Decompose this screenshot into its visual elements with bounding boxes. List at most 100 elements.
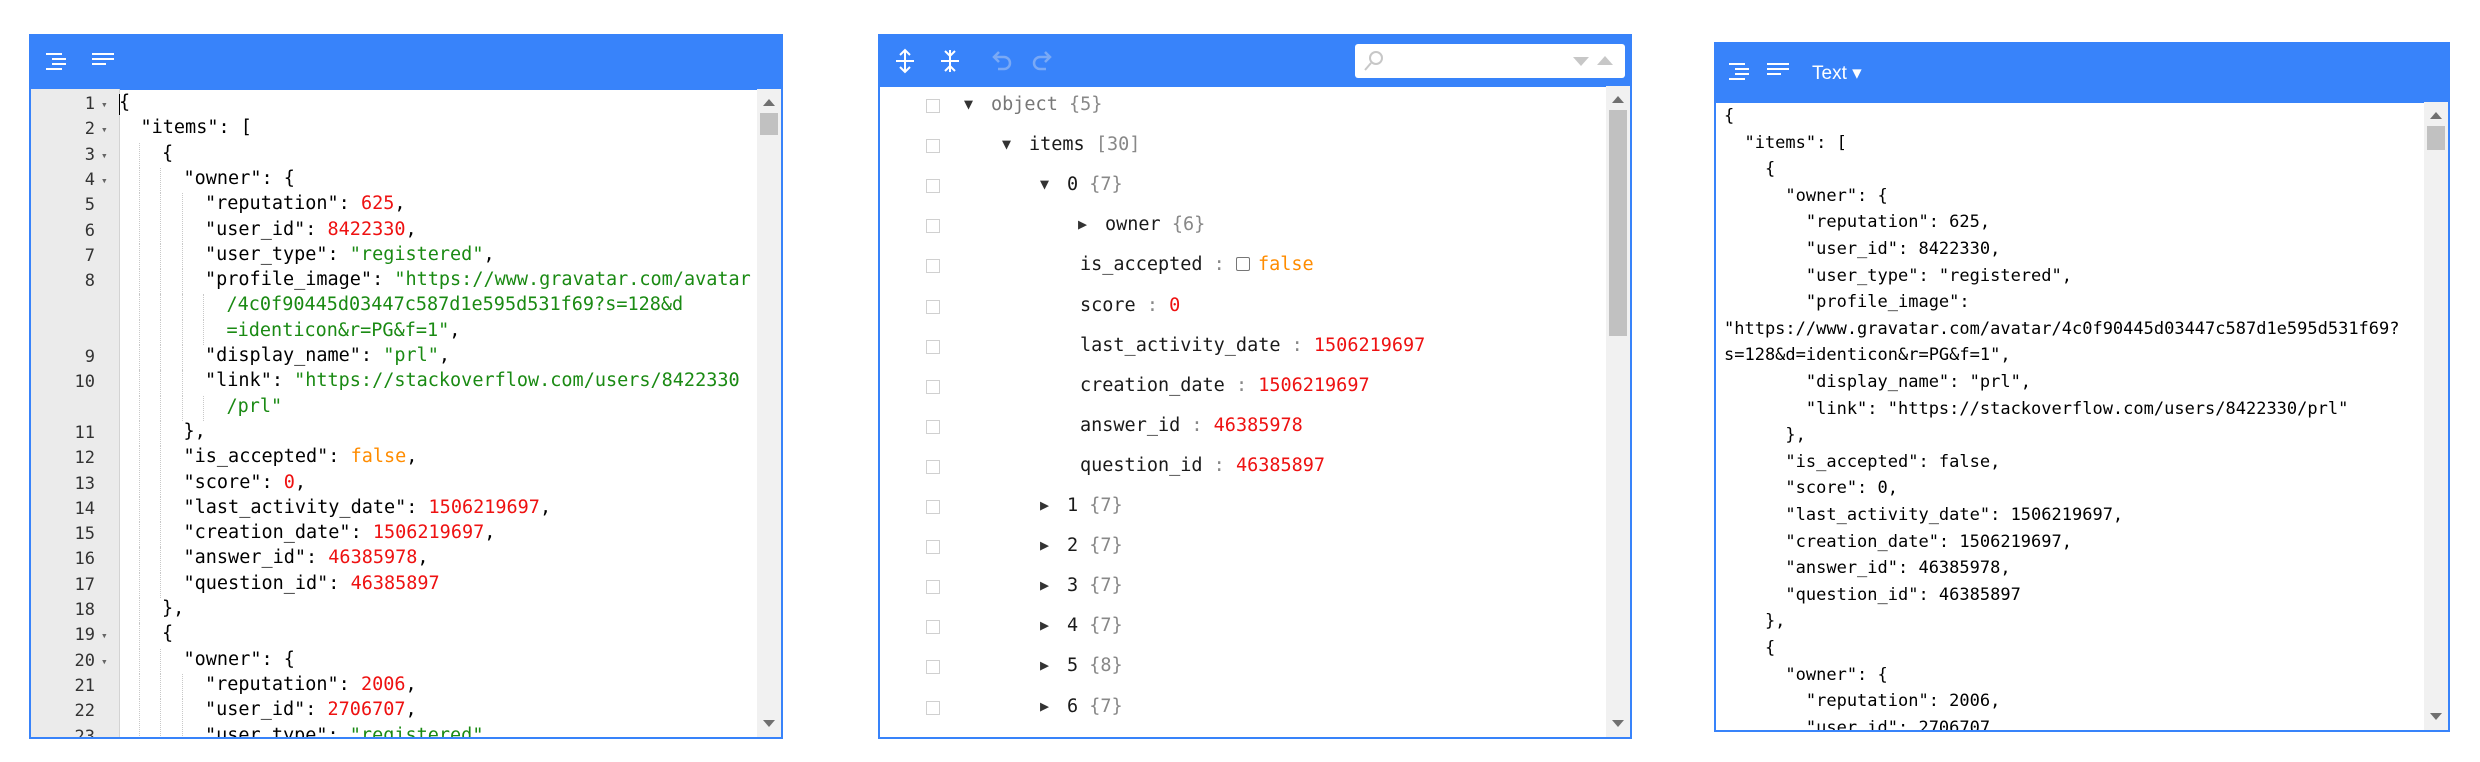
- scroll-down-icon[interactable]: [2430, 713, 2442, 720]
- text-line: "user_id": 2706707: [1724, 717, 1991, 730]
- fold-toggle-icon[interactable]: ▾: [101, 149, 108, 162]
- drag-handle-icon[interactable]: [926, 259, 940, 274]
- node-value[interactable]: false: [1258, 254, 1314, 275]
- node-value[interactable]: 46385897: [1236, 455, 1325, 476]
- search-previous-icon[interactable]: [1597, 56, 1613, 65]
- tree-node[interactable]: ▶ 6 {7}: [880, 688, 1606, 728]
- fold-toggle-icon[interactable]: ▾: [101, 629, 108, 642]
- collapse-arrow-icon[interactable]: ▼: [1040, 175, 1049, 193]
- node-value[interactable]: 1506219697: [1314, 335, 1425, 356]
- tree-node-key[interactable]: is_accepted : false: [1080, 254, 1314, 275]
- drag-handle-icon[interactable]: [926, 379, 940, 394]
- fold-toggle-icon[interactable]: ▾: [101, 174, 108, 187]
- tree-node[interactable]: ▶ owner {6}: [880, 206, 1606, 246]
- tree-node-key[interactable]: 1 {7}: [1067, 495, 1123, 516]
- tree-node[interactable]: answer_id : 46385978: [880, 407, 1606, 447]
- tree-node-key[interactable]: last_activity_date : 1506219697: [1080, 335, 1425, 356]
- scroll-thumb[interactable]: [1609, 110, 1627, 336]
- tree-node-key[interactable]: 2 {7}: [1067, 535, 1123, 556]
- drag-handle-icon[interactable]: [926, 500, 940, 514]
- tree-node-key[interactable]: score : 0: [1080, 295, 1180, 316]
- drag-handle-icon[interactable]: [926, 139, 940, 154]
- redo-icon[interactable]: [1030, 49, 1056, 73]
- expand-arrow-icon[interactable]: ▶: [1078, 215, 1087, 233]
- node-value[interactable]: 1506219697: [1258, 375, 1369, 396]
- drag-handle-icon[interactable]: [926, 219, 940, 234]
- scroll-down-icon[interactable]: [1612, 720, 1624, 727]
- code-area[interactable]: {"items": [{"owner": {"reputation": 625,…: [119, 89, 757, 737]
- expand-arrow-icon[interactable]: ▶: [1040, 656, 1049, 674]
- tree-node[interactable]: score : 0: [880, 287, 1606, 327]
- drag-handle-icon[interactable]: [926, 700, 940, 715]
- expand-arrow-icon[interactable]: ▶: [1040, 697, 1049, 715]
- tree-node[interactable]: ▶ 2 {7}: [880, 527, 1606, 567]
- expand-all-icon[interactable]: [892, 48, 918, 74]
- drag-handle-icon[interactable]: [926, 419, 940, 434]
- tree-node[interactable]: ▶ 5 {8}: [880, 647, 1606, 687]
- line-number: 18: [74, 600, 95, 620]
- tree-node-key[interactable]: question_id : 46385897: [1080, 455, 1325, 476]
- drag-handle-icon[interactable]: [926, 179, 940, 194]
- tree-node[interactable]: last_activity_date : 1506219697: [880, 327, 1606, 367]
- scroll-down-icon[interactable]: [763, 720, 775, 727]
- text-scrollbar[interactable]: [2424, 102, 2448, 730]
- node-value[interactable]: 46385978: [1214, 415, 1303, 436]
- fold-toggle-icon[interactable]: ▾: [101, 98, 108, 111]
- collapse-arrow-icon[interactable]: ▼: [964, 95, 973, 113]
- tree-node-key[interactable]: items [30]: [1029, 134, 1140, 155]
- drag-handle-icon[interactable]: [926, 580, 940, 595]
- tree-node-key[interactable]: creation_date : 1506219697: [1080, 375, 1370, 396]
- tree-node-key[interactable]: 5 {8}: [1067, 655, 1123, 676]
- compact-icon[interactable]: [1766, 60, 1792, 84]
- expand-arrow-icon[interactable]: ▶: [1040, 496, 1049, 514]
- tree-node[interactable]: question_id : 46385897: [880, 447, 1606, 487]
- tree-node-key[interactable]: owner {6}: [1105, 214, 1205, 235]
- tree-node-key[interactable]: object {5}: [991, 94, 1102, 115]
- tree-node-key[interactable]: 4 {7}: [1067, 615, 1123, 636]
- drag-handle-icon[interactable]: [926, 540, 940, 555]
- search-input[interactable]: [1389, 48, 1563, 74]
- tree-node-key[interactable]: 6 {7}: [1067, 696, 1123, 717]
- tree-node[interactable]: ▶ 4 {7}: [880, 607, 1606, 647]
- tree-node[interactable]: ▶ 1 {7}: [880, 487, 1606, 527]
- drag-handle-icon[interactable]: [926, 339, 940, 354]
- drag-handle-icon[interactable]: [926, 99, 940, 113]
- node-value[interactable]: 0: [1169, 295, 1180, 316]
- tree-node[interactable]: ▶ 3 {7}: [880, 567, 1606, 607]
- search-box[interactable]: [1355, 44, 1625, 78]
- tree-node-key[interactable]: 3 {7}: [1067, 575, 1123, 596]
- scroll-thumb[interactable]: [2427, 126, 2445, 150]
- format-icon[interactable]: [1728, 60, 1754, 84]
- search-next-icon[interactable]: [1573, 57, 1589, 66]
- drag-handle-icon[interactable]: [926, 299, 940, 314]
- fold-toggle-icon[interactable]: ▾: [101, 123, 108, 136]
- expand-arrow-icon[interactable]: ▶: [1040, 536, 1049, 554]
- drag-handle-icon[interactable]: [926, 660, 940, 675]
- tree-node-key[interactable]: answer_id : 46385978: [1080, 415, 1303, 436]
- tree-node[interactable]: ▼ 0 {7}: [880, 166, 1606, 206]
- collapse-all-icon[interactable]: [937, 48, 963, 74]
- mode-selector[interactable]: Text ▾: [1812, 62, 1862, 85]
- scroll-up-icon[interactable]: [763, 99, 775, 106]
- drag-handle-icon[interactable]: [926, 459, 940, 474]
- tree-scrollbar[interactable]: [1606, 86, 1630, 737]
- compact-icon[interactable]: [91, 50, 117, 74]
- tree-node[interactable]: ▼ object {5}: [880, 86, 1606, 126]
- text-area[interactable]: { "items": [ { "owner": { "reputation": …: [1724, 102, 2424, 730]
- scroll-up-icon[interactable]: [1612, 96, 1624, 103]
- drag-handle-icon[interactable]: [926, 620, 940, 635]
- tree-node[interactable]: creation_date : 1506219697: [880, 367, 1606, 407]
- collapse-arrow-icon[interactable]: ▼: [1002, 135, 1011, 153]
- tree-node[interactable]: is_accepted : false: [880, 246, 1606, 286]
- scroll-up-icon[interactable]: [2430, 112, 2442, 119]
- code-scrollbar[interactable]: [757, 89, 781, 737]
- format-icon[interactable]: [45, 50, 71, 74]
- tree-node[interactable]: ▼ items [30]: [880, 126, 1606, 166]
- scroll-thumb[interactable]: [760, 113, 778, 135]
- expand-arrow-icon[interactable]: ▶: [1040, 616, 1049, 634]
- boolean-checkbox[interactable]: [1235, 257, 1250, 272]
- tree-node-key[interactable]: 0 {7}: [1067, 174, 1123, 195]
- undo-icon[interactable]: [988, 49, 1014, 73]
- expand-arrow-icon[interactable]: ▶: [1040, 576, 1049, 594]
- fold-toggle-icon[interactable]: ▾: [101, 655, 108, 668]
